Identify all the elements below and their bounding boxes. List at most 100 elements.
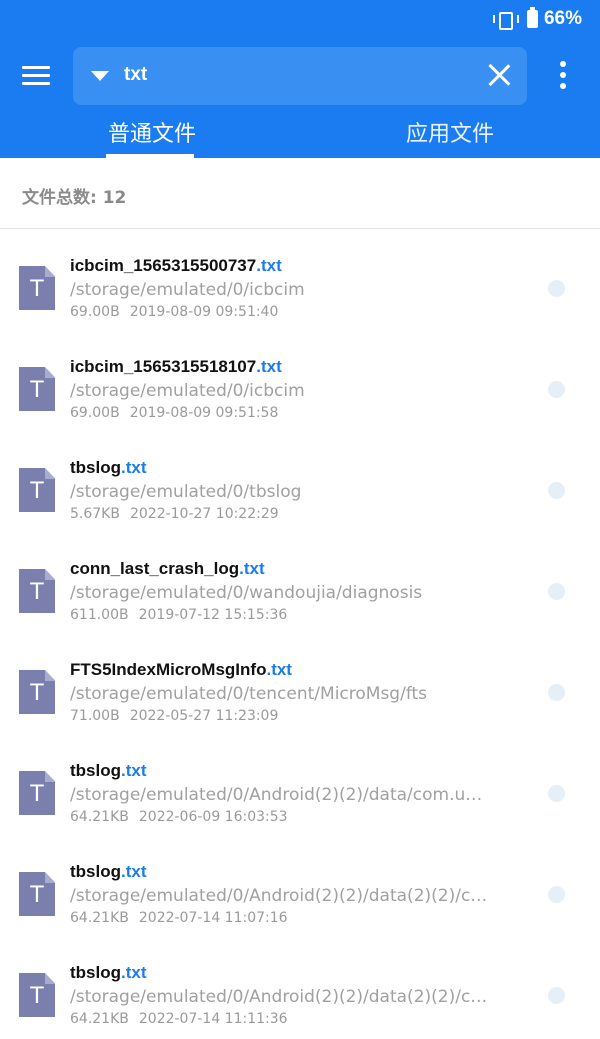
file-meta: 64.21KB 2022-07-14 11:11:36 xyxy=(70,1011,288,1027)
tab-indicator xyxy=(106,154,194,158)
more-vertical-icon[interactable] xyxy=(557,61,569,91)
select-radio[interactable] xyxy=(548,785,565,802)
file-meta: 64.21KB 2022-07-14 11:07:16 xyxy=(70,910,288,926)
list-item[interactable]: T FTS5IndexMicroMsgInfo.txt/storage/emula… xyxy=(0,644,600,745)
select-radio[interactable] xyxy=(548,684,565,701)
file-path: /storage/emulated/0/icbcim xyxy=(70,280,305,300)
tab-normal-files[interactable]: 普通文件 xyxy=(108,116,196,148)
file-extension: .txt xyxy=(256,256,282,275)
vibrate-icon xyxy=(492,10,519,30)
file-icon-letter: T xyxy=(30,479,44,504)
close-icon[interactable] xyxy=(487,63,511,87)
file-path: /storage/emulated/0/tencent/MicroMsg/fts xyxy=(70,684,428,704)
file-list: Ticbcim_1565315500737.txt/storage/emulat… xyxy=(0,240,600,1039)
file-icon-letter: T xyxy=(30,681,44,706)
tab-app-files[interactable]: 应用文件 xyxy=(406,116,494,148)
file-extension: .txt xyxy=(256,357,282,376)
file-meta: 71.00B 2022-05-27 11:23:09 xyxy=(70,708,278,724)
file-basename: tbslog xyxy=(70,862,121,881)
menu-icon[interactable] xyxy=(22,66,50,86)
select-radio[interactable] xyxy=(548,987,565,1004)
file-name: icbcim_1565315500737.txt xyxy=(70,256,282,276)
divider xyxy=(0,228,600,229)
file-path: /storage/emulated/0/icbcim xyxy=(70,381,305,401)
file-icon-letter: T xyxy=(30,378,44,403)
file-size: 64.21KB xyxy=(70,910,129,926)
select-radio[interactable] xyxy=(548,280,565,297)
search-box[interactable] xyxy=(73,47,527,105)
file-path: /storage/emulated/0/Android(2)(2)/data/c… xyxy=(70,785,490,805)
file-meta: 69.00B 2019-08-09 09:51:58 xyxy=(70,405,278,421)
file-date: 2022-06-09 16:03:53 xyxy=(138,809,288,825)
file-date: 2022-07-14 11:11:36 xyxy=(138,1011,288,1027)
file-size: 5.67KB xyxy=(70,506,120,522)
file-size: 64.21KB xyxy=(70,1011,129,1027)
text-file-icon: T xyxy=(19,973,55,1017)
app-bar: 66% 普通文件 应用文件 xyxy=(0,0,600,158)
file-basename: conn_last_crash_log xyxy=(70,559,240,578)
file-size: 69.00B xyxy=(70,304,120,320)
file-basename: tbslog xyxy=(70,761,121,780)
text-file-icon: T xyxy=(19,872,55,916)
file-size: 611.00B xyxy=(70,607,129,623)
battery-percent: 66% xyxy=(543,8,582,29)
text-file-icon: T xyxy=(19,670,55,714)
list-item[interactable]: Ttbslog.txt/storage/emulated/0/Android(2… xyxy=(0,947,600,1039)
file-meta: 5.67KB 2022-10-27 10:22:29 xyxy=(70,506,279,522)
list-item[interactable]: Tconn_last_crash_log.txt/storage/emulate… xyxy=(0,543,600,644)
battery-icon xyxy=(526,7,538,28)
file-icon-letter: T xyxy=(30,782,44,807)
select-radio[interactable] xyxy=(548,482,565,499)
select-radio[interactable] xyxy=(548,583,565,600)
select-radio[interactable] xyxy=(548,886,565,903)
file-date: 2022-07-14 11:07:16 xyxy=(138,910,288,926)
file-meta: 64.21KB 2022-06-09 16:03:53 xyxy=(70,809,288,825)
file-date: 2022-05-27 11:23:09 xyxy=(129,708,279,724)
list-item[interactable]: Ttbslog.txt/storage/emulated/0/Android(2… xyxy=(0,846,600,947)
file-date: 2022-10-27 10:22:29 xyxy=(129,506,279,522)
file-path: /storage/emulated/0/Android(2)(2)/data(2… xyxy=(70,886,490,906)
list-item[interactable]: Ttbslog.txt/storage/emulated/0/Android(2… xyxy=(0,745,600,846)
text-file-icon: T xyxy=(19,468,55,512)
file-basename: icbcim_1565315500737 xyxy=(70,256,257,275)
file-basename: tbslog xyxy=(70,458,121,477)
file-size: 71.00B xyxy=(70,708,120,724)
file-extension: .txt xyxy=(121,458,147,477)
text-file-icon: T xyxy=(19,569,55,613)
text-file-icon: T xyxy=(19,771,55,815)
file-name: tbslog.txt xyxy=(70,458,147,478)
list-item[interactable]: Ticbcim_1565315500737.txt/storage/emulat… xyxy=(0,240,600,341)
file-path: /storage/emulated/0/wandoujia/diagnosis xyxy=(70,583,423,603)
file-name: FTS5IndexMicroMsgInfo.txt xyxy=(70,660,292,680)
file-date: 2019-08-09 09:51:58 xyxy=(129,405,279,421)
file-icon-letter: T xyxy=(30,984,44,1009)
file-extension: .txt xyxy=(266,660,292,679)
caret-down-icon[interactable] xyxy=(91,71,109,81)
file-meta: 69.00B 2019-08-09 09:51:40 xyxy=(70,304,278,320)
file-basename: FTS5IndexMicroMsgInfo xyxy=(70,660,267,679)
list-item[interactable]: Ticbcim_1565315518107.txt/storage/emulat… xyxy=(0,341,600,442)
file-date: 2019-08-09 09:51:40 xyxy=(129,304,279,320)
text-file-icon: T xyxy=(19,266,55,310)
search-input[interactable] xyxy=(124,64,424,86)
file-path: /storage/emulated/0/tbslog xyxy=(70,482,302,502)
file-extension: .txt xyxy=(121,862,147,881)
file-name: conn_last_crash_log.txt xyxy=(70,559,265,579)
file-date: 2019-07-12 15:15:36 xyxy=(138,607,288,623)
file-icon-letter: T xyxy=(30,883,44,908)
file-basename: tbslog xyxy=(70,963,121,982)
file-name: icbcim_1565315518107.txt xyxy=(70,357,282,377)
file-meta: 611.00B 2019-07-12 15:15:36 xyxy=(70,607,287,623)
list-item[interactable]: Ttbslog.txt/storage/emulated/0/tbslog 5.6… xyxy=(0,442,600,543)
file-extension: .txt xyxy=(121,963,147,982)
file-name: tbslog.txt xyxy=(70,963,147,983)
file-path: /storage/emulated/0/Android(2)(2)/data(2… xyxy=(70,987,490,1007)
file-name: tbslog.txt xyxy=(70,862,147,882)
file-size: 64.21KB xyxy=(70,809,129,825)
file-icon-letter: T xyxy=(30,277,44,302)
text-file-icon: T xyxy=(19,367,55,411)
select-radio[interactable] xyxy=(548,381,565,398)
file-size: 69.00B xyxy=(70,405,120,421)
file-name: tbslog.txt xyxy=(70,761,147,781)
file-extension: .txt xyxy=(239,559,265,578)
